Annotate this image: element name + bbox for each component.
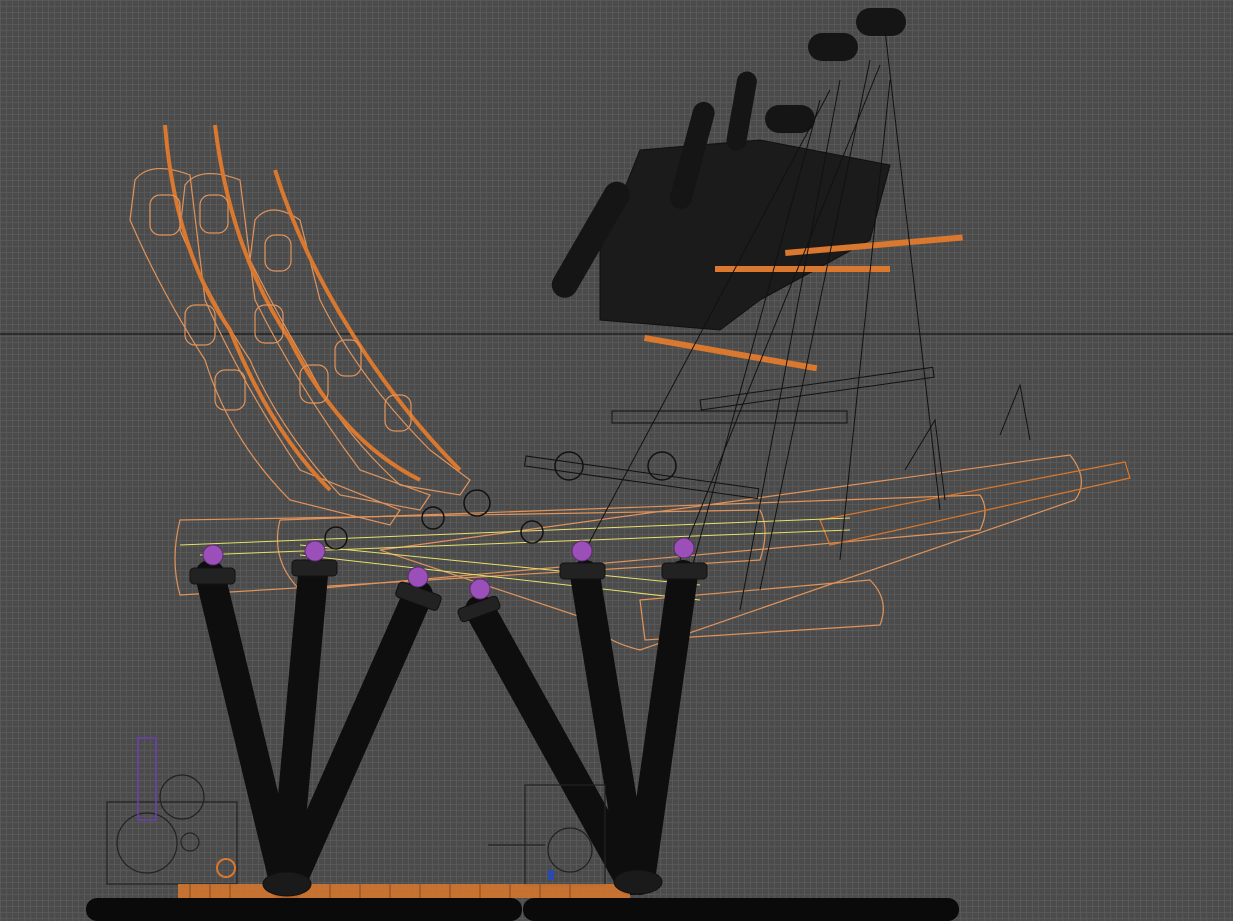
linkage-bracket	[999, 383, 1031, 441]
seat-back-rail-3	[273, 169, 462, 472]
pivot-circle	[554, 451, 584, 481]
gear-small	[180, 832, 200, 852]
violet-actuator-rod	[137, 737, 157, 821]
linkage-line	[884, 29, 941, 511]
leg-cap	[661, 562, 708, 580]
drawing-canvas	[0, 8, 1233, 921]
ball-joint	[202, 544, 224, 566]
orange-sprocket	[216, 858, 236, 878]
yellow-cable	[299, 554, 701, 601]
headrest-pad	[856, 8, 906, 36]
footrest-outline	[819, 461, 1131, 546]
motor-wheel	[547, 827, 593, 873]
floor-slab-left	[86, 898, 522, 921]
linkage-line	[759, 59, 871, 591]
seat-back-pose-group	[129, 124, 471, 526]
foot-hub	[262, 871, 312, 897]
gear-large	[116, 812, 178, 874]
linkage-bracket	[904, 418, 946, 501]
back-cushion-pad	[199, 194, 229, 234]
foot-hub	[613, 869, 663, 895]
cad-viewport[interactable]	[0, 0, 1233, 921]
leg-cap	[559, 562, 606, 580]
linkage-crossbar	[699, 366, 935, 411]
linkage-line	[839, 79, 891, 561]
linkage-crossbar	[611, 410, 848, 424]
gear-small	[159, 774, 205, 820]
back-cushion-pad	[264, 234, 292, 272]
tilted-orange-bar	[715, 266, 890, 272]
back-cushion-pad	[334, 339, 362, 377]
pivot-circle	[647, 451, 677, 481]
headrest-pad	[808, 33, 858, 61]
tilted-seat-body	[599, 139, 891, 331]
seat-back-rail-2	[213, 124, 421, 482]
ball-joint	[304, 540, 326, 562]
pivot-circle	[463, 489, 491, 517]
tilted-seat-tube	[726, 71, 757, 151]
leg-strut-6	[625, 560, 698, 895]
pivot-circle	[520, 520, 544, 544]
back-cushion-pad	[214, 369, 246, 411]
headrest-pad	[765, 105, 815, 133]
ball-joint	[407, 566, 429, 588]
left-gearbox	[106, 737, 238, 885]
pivot-circle	[421, 506, 445, 530]
ball-joint	[571, 540, 593, 562]
floor-slab-right	[523, 898, 959, 921]
yellow-cable	[299, 544, 701, 586]
leg-strut-group	[195, 560, 698, 900]
motor-indicator	[548, 870, 554, 880]
leg-strut-1	[195, 560, 300, 900]
yellow-cable	[179, 517, 851, 546]
tilted-seat-assembly	[551, 8, 963, 372]
ball-joint	[673, 537, 695, 559]
leg-cap	[291, 559, 338, 577]
leg-cap	[189, 567, 236, 585]
leg-cap-group	[189, 559, 708, 623]
orange-base-rail	[178, 884, 630, 898]
ball-joint	[469, 578, 491, 600]
